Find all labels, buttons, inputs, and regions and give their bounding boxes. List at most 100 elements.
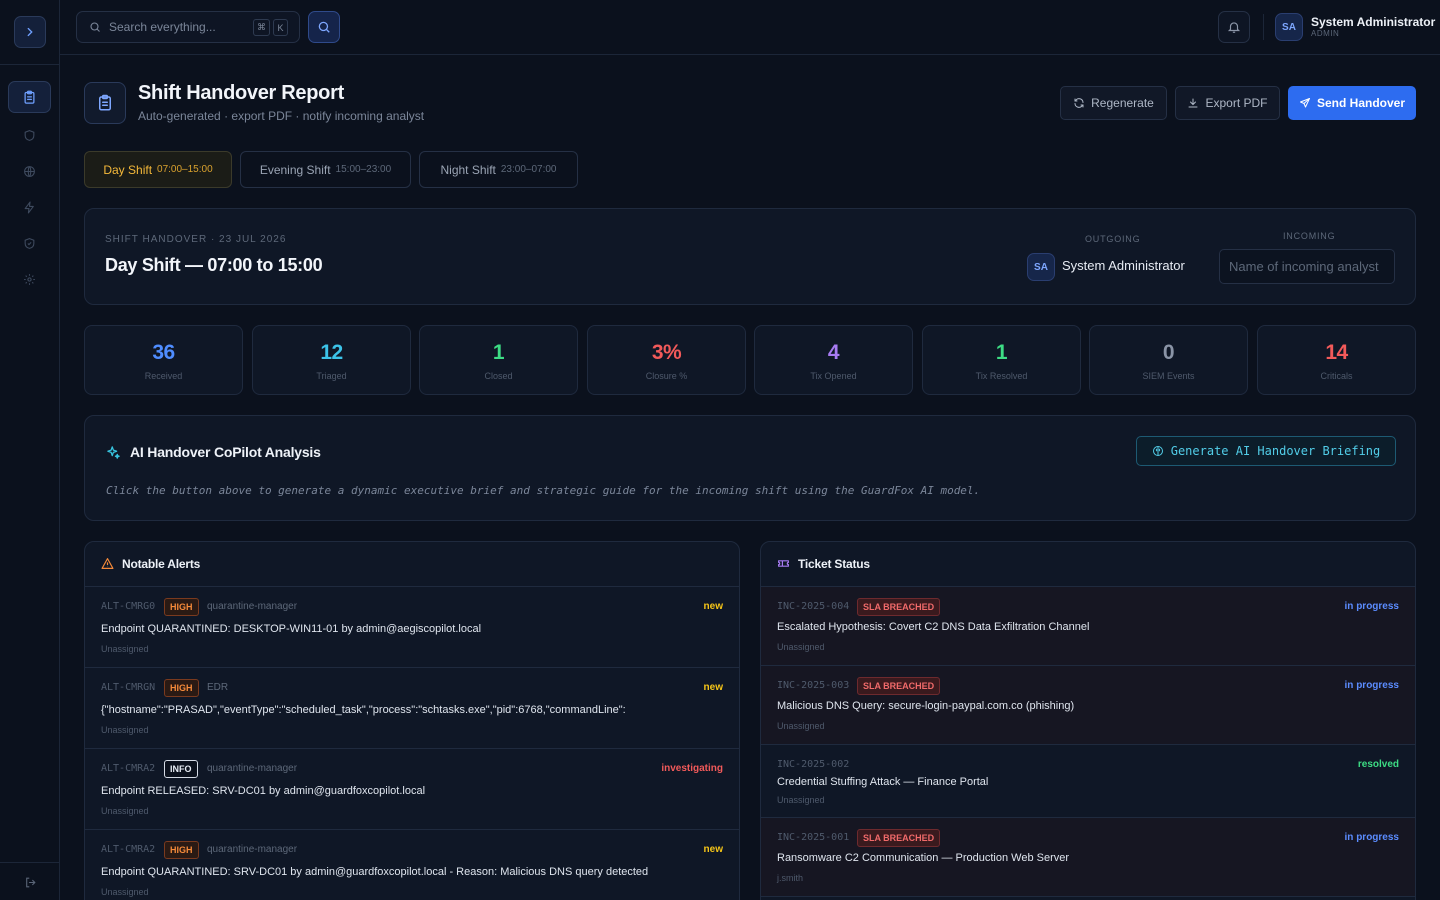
ticket-title: Escalated Hypothesis: Covert C2 DNS Data…: [777, 621, 1090, 633]
stat-value: 4: [827, 341, 840, 364]
stat-label: Tix Opened: [810, 371, 857, 381]
sidebar-toggle-button[interactable]: [14, 16, 46, 48]
ai-copilot-title: AI Handover CoPilot Analysis: [130, 444, 321, 460]
generate-ai-briefing-label: Generate AI Handover Briefing: [1170, 444, 1381, 458]
stat-value: 0: [1162, 341, 1175, 364]
stat-card: 0 SIEM Events: [1089, 325, 1248, 395]
regenerate-label: Regenerate: [1091, 96, 1154, 110]
ticket-status: in progress: [1344, 832, 1399, 843]
handover-meta: SHIFT HANDOVER · 23 JUL 2026: [105, 234, 287, 245]
stat-value: 36: [152, 341, 175, 364]
sidebar-item-bolt[interactable]: [8, 191, 51, 223]
notable-alerts-title: Notable Alerts: [122, 557, 201, 571]
incoming-analyst-input[interactable]: [1219, 249, 1395, 284]
ticket-status-header: Ticket Status: [761, 542, 1415, 587]
stat-value: 12: [320, 341, 343, 364]
ai-copilot-card: AI Handover CoPilot Analysis Generate AI…: [84, 415, 1416, 521]
ticket-status: in progress: [1344, 601, 1399, 612]
sidebar-item-settings[interactable]: [8, 263, 51, 295]
logout-icon: [25, 877, 36, 887]
shield-check-icon: [24, 237, 35, 249]
ticket-row[interactable]: INC-2025-002 resolved Credential Stuffing …: [761, 745, 1415, 818]
sidebar-item-globe[interactable]: [8, 155, 51, 187]
clipboard-icon: [99, 94, 111, 111]
user-avatar[interactable]: SA: [1275, 13, 1303, 41]
alert-assignee: Unassigned: [101, 644, 149, 654]
ticket-row[interactable]: INC-2025-004 SLA BREACHED in progress Escal…: [761, 587, 1415, 666]
ticket-row[interactable]: INC-2025-001 SLA BREACHED in progress Ranso…: [761, 818, 1415, 897]
export-pdf-button[interactable]: Export PDF: [1175, 86, 1280, 120]
search-icon: [318, 21, 330, 33]
send-handover-label: Send Handover: [1316, 96, 1406, 110]
outgoing-label: OUTGOING: [1085, 234, 1141, 244]
ticket-status-card: Ticket Status INC-2025-004 SLA BREACHED in…: [760, 541, 1416, 900]
stat-value: 1: [995, 341, 1008, 364]
sla-breached-badge: SLA BREACHED: [857, 677, 941, 695]
alert-row[interactable]: ALT-CMRA2 HIGH quarantine-manager new Endpoi…: [85, 830, 739, 900]
outgoing-name: System Administrator: [1062, 258, 1185, 273]
alert-row[interactable]: ALT-CMRGN HIGH EDR new {"hostname":"PRASAD",…: [85, 668, 739, 749]
sidebar-item-shield[interactable]: [8, 119, 51, 151]
sidebar-bottom-divider: [0, 862, 60, 863]
search-button[interactable]: [308, 11, 340, 43]
alert-row[interactable]: ALT-CMRA2 INFO quarantine-manager investiga…: [85, 749, 739, 830]
handover-summary-card: SHIFT HANDOVER · 23 JUL 2026 Day Shift —…: [84, 208, 1416, 305]
search-placeholder: Search everything...: [109, 20, 216, 34]
alert-source: quarantine-manager: [207, 844, 298, 855]
tab-evening-shift-time: 15:00–23:00: [335, 164, 392, 175]
send-handover-button[interactable]: Send Handover: [1288, 86, 1416, 120]
alert-source: EDR: [207, 682, 229, 693]
alert-id: ALT-CMRGN: [101, 682, 156, 693]
ticket-id: INC-2025-003: [777, 680, 850, 691]
handover-title: Day Shift — 07:00 to 15:00: [105, 255, 323, 275]
ticket-icon: [778, 560, 789, 567]
globe-icon: [24, 165, 35, 177]
ticket-status: in progress: [1344, 680, 1399, 691]
stat-value: 3%: [651, 341, 682, 364]
download-icon: [1188, 98, 1198, 108]
brain-icon: [1152, 446, 1163, 456]
generate-ai-briefing-button[interactable]: Generate AI Handover Briefing: [1136, 436, 1396, 466]
sidebar-item-shield-check[interactable]: [8, 227, 51, 259]
severity-badge: HIGH: [164, 679, 199, 697]
alert-text: Endpoint RELEASED: SRV-DC01 by admin@gua…: [101, 785, 426, 797]
sla-breached-badge: SLA BREACHED: [857, 598, 941, 616]
ticket-status-title: Ticket Status: [798, 557, 870, 571]
notifications-button[interactable]: [1218, 11, 1250, 43]
severity-badge: HIGH: [164, 598, 199, 616]
ticket-status: resolved: [1357, 759, 1399, 770]
topbar: Search everything... ⌘ K SA System Admin…: [60, 0, 1440, 55]
stat-label: Closed: [484, 371, 513, 381]
alert-text: Endpoint QUARANTINED: SRV-DC01 by admin@…: [101, 866, 649, 878]
regenerate-button[interactable]: Regenerate: [1060, 86, 1167, 120]
user-name: System Administrator: [1311, 15, 1436, 29]
shortcut-key-k: K: [273, 19, 288, 36]
sidebar-item-handover[interactable]: [8, 81, 51, 113]
stat-card: 1 Closed: [419, 325, 578, 395]
alert-row[interactable]: ALT-CMRG0 HIGH quarantine-manager new Endpoi…: [85, 587, 739, 668]
tab-night-shift-name: Night Shift: [440, 162, 496, 177]
sidebar-divider: [0, 64, 60, 65]
page-title: Shift Handover Report: [138, 82, 344, 104]
shield-icon: [24, 129, 35, 141]
tab-day-shift[interactable]: Day Shift 07:00–15:00: [84, 151, 232, 188]
ai-copilot-description: Click the button above to generate a dyn…: [106, 484, 981, 497]
ticket-id: INC-2025-002: [777, 759, 850, 770]
logout-button[interactable]: [20, 872, 40, 892]
stat-card: 36 Received: [84, 325, 243, 395]
tab-evening-shift[interactable]: Evening Shift 15:00–23:00: [240, 151, 411, 188]
stat-card: 12 Triaged: [252, 325, 411, 395]
refresh-icon: [1074, 98, 1084, 108]
ticket-assignee: Unassigned: [777, 795, 825, 805]
tab-night-shift[interactable]: Night Shift 23:00–07:00: [419, 151, 578, 188]
search-input[interactable]: Search everything... ⌘ K: [76, 11, 300, 43]
stat-label: Received: [144, 371, 183, 381]
page-icon: [84, 82, 126, 124]
sparkles-icon: [107, 446, 120, 459]
notable-alerts-header: Notable Alerts: [85, 542, 739, 587]
alert-assignee: Unassigned: [101, 887, 149, 897]
alert-assignee: Unassigned: [101, 725, 149, 735]
ticket-row[interactable]: INC-2025-003 SLA BREACHED in progress Malic…: [761, 666, 1415, 745]
alert-status: investigating: [661, 763, 723, 774]
ticket-title: Malicious DNS Query: secure-login-paypal…: [777, 700, 1075, 712]
